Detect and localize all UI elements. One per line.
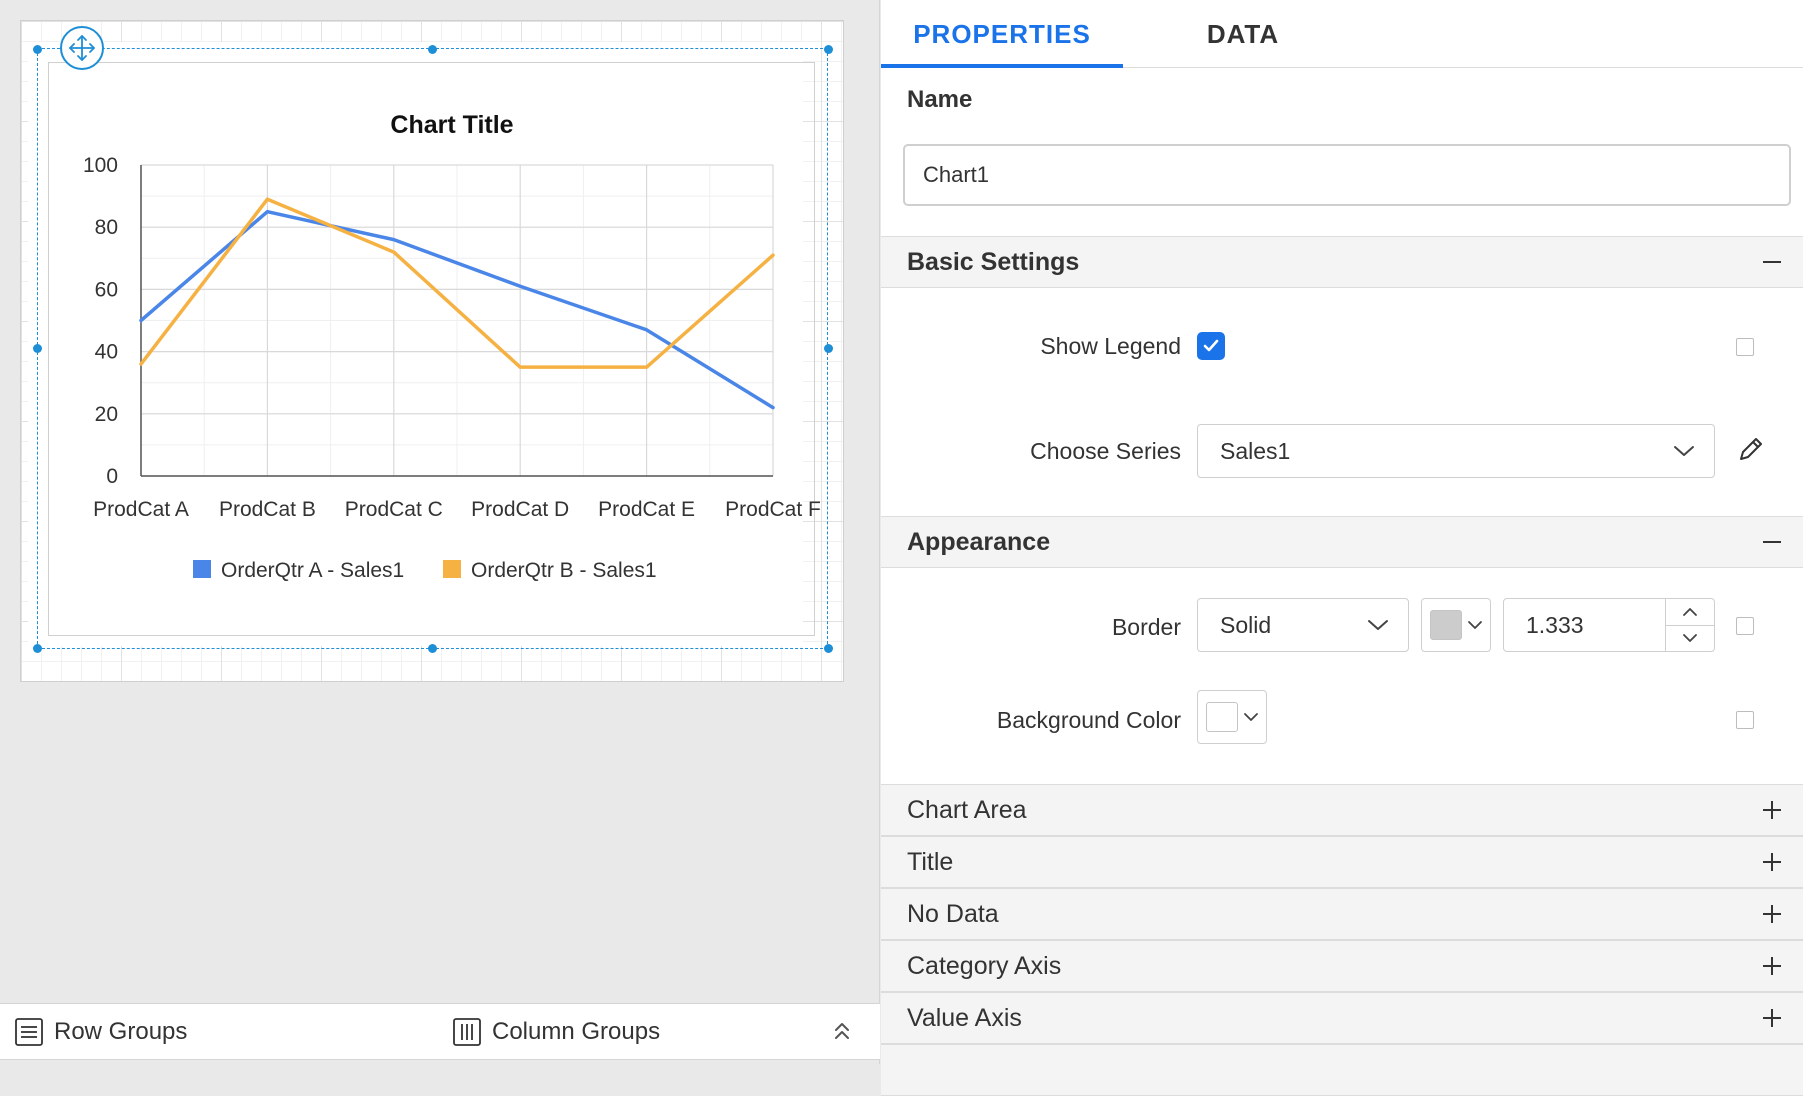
choose-series-label: Choose Series — [1030, 438, 1181, 464]
section-no-data[interactable]: No Data — [881, 888, 1803, 940]
column-groups-label: Column Groups — [492, 1017, 661, 1045]
border-expression-checkbox[interactable] — [1736, 617, 1754, 635]
section-appearance[interactable]: Appearance — [881, 516, 1803, 568]
border-color-picker[interactable] — [1421, 598, 1491, 652]
row-groups-icon — [14, 1017, 54, 1047]
section-category-axis-label: Category Axis — [907, 951, 1062, 980]
chevron-down-icon — [1672, 443, 1696, 459]
border-width-stepper[interactable]: 1.333 — [1503, 598, 1715, 652]
column-groups-button[interactable]: Column Groups — [452, 1004, 660, 1059]
background-color-picker[interactable] — [1197, 690, 1267, 744]
section-chart-area[interactable]: Chart Area — [881, 784, 1803, 836]
resize-handle-top[interactable] — [428, 45, 437, 54]
groups-bar: Row Groups Column Groups — [0, 1003, 880, 1060]
expand-plus-icon[interactable] — [1759, 953, 1785, 984]
edit-series-button[interactable] — [1736, 434, 1766, 464]
chevron-down-icon — [1243, 711, 1259, 723]
expand-plus-icon[interactable] — [1759, 849, 1785, 880]
section-chart-area-label: Chart Area — [907, 795, 1027, 824]
expand-plus-icon[interactable] — [1759, 901, 1785, 932]
design-surface: Chart Title 0 20 40 60 80 100 ProdCat A ProdCat… — [0, 0, 880, 1064]
border-style-select[interactable]: Solid — [1197, 598, 1409, 652]
border-label: Border — [1111, 614, 1181, 640]
border-style-value: Solid — [1220, 611, 1272, 638]
resize-handle-bottom[interactable] — [428, 644, 437, 653]
properties-panel: PROPERTIES DATA Name Basic Settings Show… — [881, 0, 1803, 1096]
stepper-buttons — [1665, 599, 1714, 651]
chevron-down-icon — [1366, 617, 1390, 633]
border-width-value: 1.333 — [1526, 611, 1584, 638]
section-title-label: Title — [907, 847, 954, 876]
collapse-minus-icon[interactable] — [1759, 529, 1785, 560]
chevron-down-icon[interactable] — [1666, 626, 1714, 652]
section-value-axis[interactable]: Value Axis — [881, 992, 1803, 1044]
expand-plus-icon[interactable] — [1759, 797, 1785, 828]
resize-handle-bottom-left[interactable] — [33, 644, 42, 653]
move-icon — [67, 33, 97, 63]
section-appearance-label: Appearance — [907, 527, 1051, 556]
resize-handle-bottom-right[interactable] — [824, 644, 833, 653]
section-basic-settings-label: Basic Settings — [907, 247, 1080, 276]
show-legend-checkbox[interactable] — [1197, 332, 1225, 360]
section-basic-settings[interactable]: Basic Settings — [881, 236, 1803, 288]
background-color-expression-checkbox[interactable] — [1736, 711, 1754, 729]
selection-outline — [37, 48, 828, 649]
border-color-swatch — [1430, 610, 1462, 640]
section-no-data-label: No Data — [907, 899, 999, 928]
section-value-axis-label: Value Axis — [907, 1003, 1022, 1032]
tab-data[interactable]: DATA — [1123, 0, 1363, 68]
resize-handle-left[interactable] — [33, 344, 42, 353]
section-title[interactable]: Title — [881, 836, 1803, 888]
choose-series-select[interactable]: Sales1 — [1197, 424, 1715, 478]
background-color-label: Background Color — [996, 707, 1181, 733]
tab-properties[interactable]: PROPERTIES — [881, 0, 1123, 68]
show-legend-label: Show Legend — [1040, 333, 1181, 359]
expand-groups-button[interactable] — [830, 1018, 854, 1044]
expand-plus-icon[interactable] — [1759, 1005, 1785, 1036]
pencil-icon — [1736, 434, 1766, 464]
section-category-axis[interactable]: Category Axis — [881, 940, 1803, 992]
row-groups-button[interactable]: Row Groups — [14, 1004, 187, 1059]
checkmark-icon — [1201, 336, 1221, 356]
background-color-swatch — [1206, 702, 1238, 732]
row-groups-label: Row Groups — [54, 1017, 188, 1045]
chevron-up-icon[interactable] — [1666, 599, 1714, 626]
name-input[interactable] — [903, 144, 1791, 206]
resize-handle-top-left[interactable] — [33, 45, 42, 54]
double-chevron-up-icon — [830, 1018, 854, 1044]
collapse-minus-icon[interactable] — [1759, 249, 1785, 280]
panel-tabs: PROPERTIES DATA — [881, 0, 1803, 68]
active-tab-indicator — [881, 64, 1123, 68]
resize-handle-top-right[interactable] — [824, 45, 833, 54]
move-handle[interactable] — [60, 26, 104, 70]
section-partially-visible[interactable] — [881, 1044, 1803, 1096]
name-label: Name — [907, 86, 973, 113]
resize-handle-right[interactable] — [824, 344, 833, 353]
chevron-down-icon — [1467, 619, 1483, 631]
choose-series-value: Sales1 — [1220, 437, 1291, 464]
show-legend-expression-checkbox[interactable] — [1736, 338, 1754, 356]
column-groups-icon — [452, 1017, 492, 1047]
